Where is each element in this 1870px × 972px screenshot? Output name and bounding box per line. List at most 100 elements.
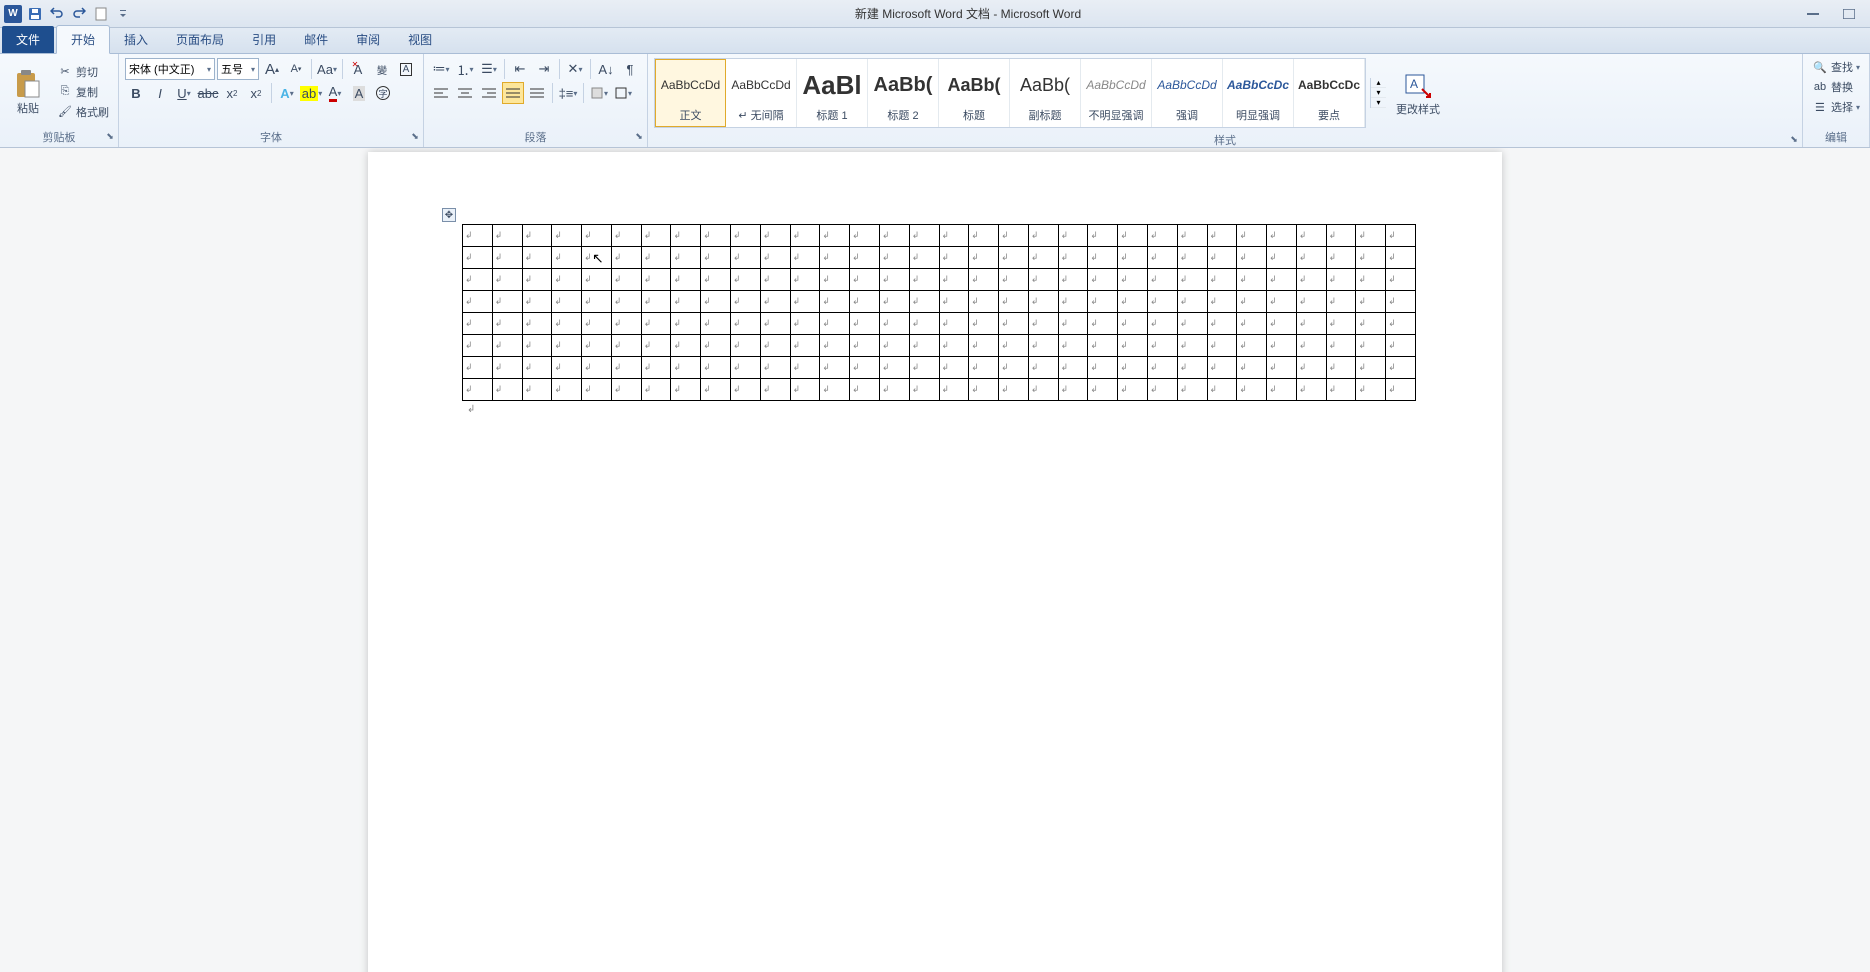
table-cell[interactable]: ↲ — [641, 225, 671, 247]
sort-button[interactable]: A↓ — [595, 58, 617, 80]
table-cell[interactable]: ↲ — [1356, 269, 1386, 291]
table-cell[interactable]: ↲ — [1237, 247, 1267, 269]
table-cell[interactable]: ↲ — [879, 247, 909, 269]
table-cell[interactable]: ↲ — [790, 379, 820, 401]
table-cell[interactable]: ↲ — [1386, 291, 1416, 313]
subscript-button[interactable]: x2 — [221, 82, 243, 104]
table-cell[interactable]: ↲ — [1088, 335, 1118, 357]
table-cell[interactable]: ↲ — [1177, 291, 1207, 313]
highlight-button[interactable]: ab▾ — [300, 82, 322, 104]
style-item-5[interactable]: AaBb(副标题 — [1010, 59, 1081, 127]
table-cell[interactable]: ↲ — [641, 335, 671, 357]
table-cell[interactable]: ↲ — [1058, 313, 1088, 335]
style-item-9[interactable]: AaBbCcDc要点 — [1294, 59, 1365, 127]
table-cell[interactable]: ↲ — [1237, 269, 1267, 291]
table-cell[interactable]: ↲ — [820, 247, 850, 269]
table-cell[interactable]: ↲ — [879, 225, 909, 247]
table-cell[interactable]: ↲ — [909, 225, 939, 247]
styles-up-button[interactable]: ▴ — [1371, 78, 1386, 88]
table-cell[interactable]: ↲ — [790, 313, 820, 335]
table-cell[interactable]: ↲ — [492, 269, 522, 291]
align-justify-button[interactable] — [502, 82, 524, 104]
table-cell[interactable]: ↲ — [1386, 335, 1416, 357]
styles-launcher[interactable]: ⬊ — [1788, 134, 1800, 146]
char-border-button[interactable]: A — [395, 58, 417, 80]
change-case-button[interactable]: Aa▾ — [316, 58, 338, 80]
table-cell[interactable]: ↲ — [939, 269, 969, 291]
char-shading-button[interactable]: A — [348, 82, 370, 104]
table-cell[interactable]: ↲ — [969, 313, 999, 335]
table-cell[interactable]: ↲ — [701, 335, 731, 357]
table-move-handle[interactable]: ✥ — [442, 208, 456, 222]
table-cell[interactable]: ↲ — [701, 247, 731, 269]
table-cell[interactable]: ↲ — [641, 269, 671, 291]
table-cell[interactable]: ↲ — [1296, 335, 1326, 357]
table-cell[interactable]: ↲ — [1147, 247, 1177, 269]
tab-review[interactable]: 审阅 — [342, 26, 394, 53]
select-button[interactable]: ☰选择▾ — [1809, 98, 1863, 116]
shading-button[interactable]: ▾ — [588, 82, 610, 104]
table-cell[interactable]: ↲ — [671, 379, 701, 401]
table-cell[interactable]: ↲ — [939, 247, 969, 269]
table-cell[interactable]: ↲ — [731, 379, 761, 401]
table-cell[interactable]: ↲ — [463, 335, 493, 357]
table-cell[interactable]: ↲ — [999, 357, 1029, 379]
clipboard-launcher[interactable]: ⬊ — [104, 131, 116, 143]
table-cell[interactable]: ↲ — [582, 269, 612, 291]
table-cell[interactable]: ↲ — [969, 269, 999, 291]
table-cell[interactable]: ↲ — [1237, 225, 1267, 247]
table-cell[interactable]: ↲ — [760, 357, 790, 379]
table-cell[interactable]: ↲ — [1207, 357, 1237, 379]
align-center-button[interactable] — [454, 82, 476, 104]
table-cell[interactable]: ↲ — [1267, 335, 1297, 357]
strikethrough-button[interactable]: abc — [197, 82, 219, 104]
table-cell[interactable]: ↲ — [1207, 379, 1237, 401]
table-cell[interactable]: ↲ — [1267, 357, 1297, 379]
table-cell[interactable]: ↲ — [731, 269, 761, 291]
table-cell[interactable]: ↲ — [909, 335, 939, 357]
underline-button[interactable]: U▾ — [173, 82, 195, 104]
table-cell[interactable]: ↲ — [731, 291, 761, 313]
enclose-char-button[interactable]: 字 — [372, 82, 394, 104]
table-cell[interactable]: ↲ — [1326, 225, 1356, 247]
table-cell[interactable]: ↲ — [552, 291, 582, 313]
indent-decrease-button[interactable]: ⇤ — [509, 58, 531, 80]
table-cell[interactable]: ↲ — [701, 357, 731, 379]
table-cell[interactable]: ↲ — [671, 291, 701, 313]
table-cell[interactable]: ↲ — [760, 247, 790, 269]
table-cell[interactable]: ↲ — [701, 313, 731, 335]
table-cell[interactable]: ↲ — [1118, 379, 1148, 401]
table-cell[interactable]: ↲ — [582, 291, 612, 313]
tab-mail[interactable]: 邮件 — [290, 26, 342, 53]
table-cell[interactable]: ↲ — [522, 247, 552, 269]
shrink-font-button[interactable]: A▾ — [285, 58, 307, 80]
style-item-6[interactable]: AaBbCcDd不明显强调 — [1081, 59, 1152, 127]
table-cell[interactable]: ↲ — [939, 335, 969, 357]
table-cell[interactable]: ↲ — [850, 335, 880, 357]
table-cell[interactable]: ↲ — [1147, 379, 1177, 401]
table-cell[interactable]: ↲ — [1207, 225, 1237, 247]
table-cell[interactable]: ↲ — [1356, 247, 1386, 269]
format-painter-button[interactable]: 🖌格式刷 — [54, 103, 112, 121]
table-cell[interactable]: ↲ — [611, 357, 641, 379]
table-cell[interactable]: ↲ — [999, 247, 1029, 269]
new-doc-icon[interactable] — [92, 5, 110, 23]
table-cell[interactable]: ↲ — [1237, 379, 1267, 401]
table-cell[interactable]: ↲ — [999, 379, 1029, 401]
page[interactable]: ✥ ↲↲↲↲↲↲↲↲↲↲↲↲↲↲↲↲↲↲↲↲↲↲↲↲↲↲↲↲↲↲↲↲↲↲↲↲↲↲… — [368, 152, 1502, 972]
table-cell[interactable]: ↲ — [552, 313, 582, 335]
table-cell[interactable]: ↲ — [790, 335, 820, 357]
table-cell[interactable]: ↲ — [1118, 247, 1148, 269]
table-cell[interactable]: ↲ — [999, 269, 1029, 291]
table-cell[interactable]: ↲ — [582, 357, 612, 379]
table-cell[interactable]: ↲ — [1207, 291, 1237, 313]
phonetic-button[interactable]: 變 — [371, 58, 393, 80]
borders-button[interactable]: ▾ — [612, 82, 634, 104]
table-cell[interactable]: ↲ — [582, 225, 612, 247]
table-cell[interactable]: ↲ — [552, 357, 582, 379]
table-cell[interactable]: ↲ — [1296, 269, 1326, 291]
table-cell[interactable]: ↲ — [790, 225, 820, 247]
table-cell[interactable]: ↲ — [820, 291, 850, 313]
table-cell[interactable]: ↲ — [641, 357, 671, 379]
table-cell[interactable]: ↲ — [1147, 269, 1177, 291]
